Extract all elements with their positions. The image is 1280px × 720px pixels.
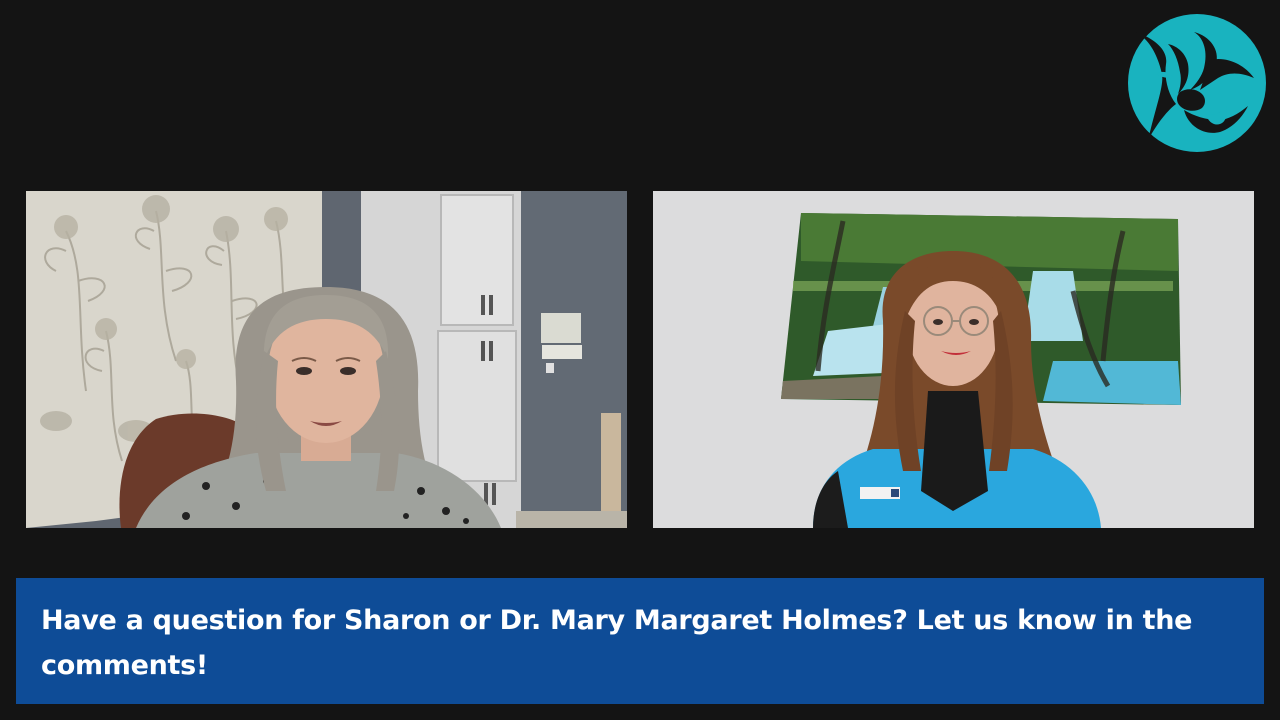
comment-prompt-banner: Have a question for Sharon or Dr. Mary M…: [16, 578, 1264, 704]
video-tile-participant-left[interactable]: [26, 191, 627, 528]
broadcast-stage: Have a question for Sharon or Dr. Mary M…: [0, 0, 1280, 720]
video-tile-participant-right[interactable]: [653, 191, 1254, 528]
banner-text: Have a question for Sharon or Dr. Mary M…: [41, 605, 1193, 681]
participant-left-video-frame: [26, 191, 627, 528]
participant-right-video-frame: [653, 191, 1254, 528]
orchid-logo-icon: [1128, 14, 1266, 152]
